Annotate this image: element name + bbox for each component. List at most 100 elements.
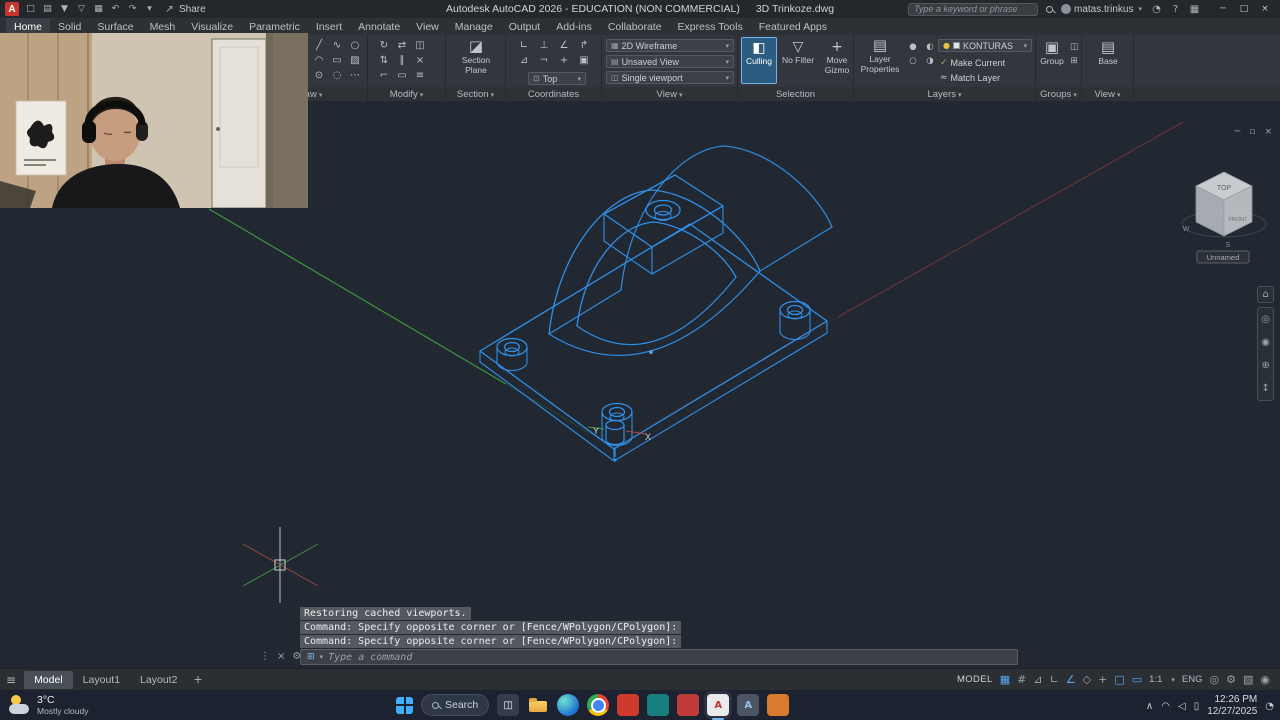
modify-tool-stretch[interactable]: ⇅ <box>376 54 392 67</box>
command-input[interactable] <box>328 651 1011 663</box>
modify-tool-erase[interactable]: × <box>412 54 428 67</box>
selection-button-move-gizmo[interactable]: + Move Gizmo <box>819 37 855 84</box>
status-toggle-object-snap[interactable]: □ <box>1114 674 1124 685</box>
ribbon-tab-collaborate[interactable]: Collaborate <box>600 18 670 35</box>
command-prompt-icon[interactable]: ⊞ <box>307 652 315 662</box>
keyword-search-input[interactable] <box>914 4 1033 14</box>
status-toggle-graphics-performance[interactable]: ▧ <box>1243 674 1253 685</box>
panel-label-layers[interactable]: Layers ▾ <box>854 89 1035 100</box>
command-tool-command-grip[interactable]: ⋮ <box>260 651 270 662</box>
layer-state-layer-on[interactable]: ● <box>906 41 920 53</box>
status-toggle-ortho-mode[interactable]: ∟ <box>1050 674 1059 685</box>
drawing-window-control-close-drawing[interactable]: × <box>1264 127 1272 137</box>
drawing-window-control-minimize-drawing[interactable]: ─ <box>1235 127 1240 137</box>
quick-access-new-file[interactable]: □ <box>24 4 37 14</box>
taskbar-app-adobe-app[interactable] <box>617 694 640 716</box>
autocad-logo[interactable]: A <box>5 2 19 16</box>
taskbar-app-chrome[interactable] <box>587 694 610 716</box>
wireframe-model[interactable] <box>479 145 833 462</box>
group-tool-group-edit[interactable]: ⊞ <box>1067 55 1081 67</box>
quick-access-save[interactable]: ▼ <box>58 4 71 14</box>
layer-state-layer-lock[interactable]: ◑ <box>923 55 937 67</box>
panel-label-section[interactable]: Section ▾ <box>446 89 505 100</box>
account-menu[interactable]: matas.trinkus ▾ <box>1061 4 1142 15</box>
status-toggle-annotation-monitor[interactable]: ◎ <box>1210 674 1220 685</box>
taskbar-app-edge[interactable] <box>557 694 580 716</box>
modify-tool-rotate[interactable]: ↻ <box>376 39 392 52</box>
drawing-window-control-restore-drawing[interactable]: ▫ <box>1249 127 1255 137</box>
draw-tool-polyline[interactable]: ∿ <box>329 39 345 52</box>
nav-tool-orbit[interactable]: ↕ <box>1258 377 1272 400</box>
group-tool-ungroup[interactable]: ◫ <box>1067 41 1081 53</box>
draw-tool-arc[interactable]: ◠ <box>311 54 327 67</box>
status-toggle-infer-constraints[interactable]: ⊿ <box>1033 674 1042 685</box>
status-toggle-isometric-drafting[interactable]: ◇ <box>1083 674 1091 685</box>
nav-tool-pan[interactable]: ◉ <box>1258 331 1273 354</box>
panel-label-modify[interactable]: Modify ▾ <box>368 89 445 100</box>
ribbon-tab-manage[interactable]: Manage <box>447 18 501 35</box>
viewport-dropdown[interactable]: ◫ Single viewport ▾ <box>606 71 734 84</box>
ribbon-tab-express-tools[interactable]: Express Tools <box>670 18 751 35</box>
taskbar-app-task-view[interactable]: ◫ <box>497 694 520 716</box>
status-toggle-snap-mode[interactable]: # <box>1017 674 1026 685</box>
status-toggle-object-snap-tracking[interactable]: + <box>1098 674 1107 685</box>
visual-style-dropdown[interactable]: ▦ 2D Wireframe ▾ <box>606 39 734 52</box>
viewcube[interactable]: TOP FRONT W S Unnamed <box>1181 171 1267 264</box>
nav-tool-zoom[interactable]: ⊕ <box>1258 354 1272 377</box>
titlebar-icon-help[interactable]: ? <box>1169 4 1182 15</box>
selection-button-culling[interactable]: ◧ Culling <box>741 37 777 84</box>
language-indicator[interactable]: ENG <box>1182 674 1203 685</box>
taskbar-app-file-explorer[interactable] <box>527 694 549 716</box>
layout-tab-model[interactable]: Model <box>24 670 73 689</box>
draw-tool-hatch[interactable]: ▨ <box>347 54 363 67</box>
quick-access-open-file[interactable]: ▤ <box>41 4 54 14</box>
panel-label-view2[interactable]: View ▾ <box>1082 89 1133 100</box>
status-toggle-isolate-objects[interactable]: ◉ <box>1260 674 1270 685</box>
layer-state-layer-isolate[interactable]: ◐ <box>923 41 937 53</box>
modify-tool-offset[interactable]: ∥ <box>394 54 410 67</box>
tray-icon-volume[interactable]: ◁ <box>1178 701 1186 712</box>
ribbon-tab-addins[interactable]: Add-ins <box>548 18 600 35</box>
tray-icon-tray-expand[interactable]: ∧ <box>1146 701 1153 712</box>
modify-tool-fillet[interactable]: ▭ <box>394 69 410 82</box>
status-toggle-grid-display[interactable]: ▦ <box>1000 674 1010 685</box>
ucs-tool-ucs-world[interactable]: ⊥ <box>536 39 552 52</box>
base-view-button[interactable]: ▤ Base <box>1086 40 1130 67</box>
add-layout-button[interactable]: + <box>193 673 202 686</box>
make-current-button[interactable]: ✓ Make Current <box>940 56 1005 69</box>
layout-tab-layout2[interactable]: Layout2 <box>130 671 187 689</box>
ribbon-tab-featured-apps[interactable]: Featured Apps <box>751 18 835 35</box>
quick-access-save-as[interactable]: ▽ <box>75 4 88 14</box>
top-view-dropdown[interactable]: ⊡ Top ▾ <box>528 72 586 85</box>
window-control-maximize[interactable]: □ <box>1234 4 1254 14</box>
quick-access-undo[interactable]: ↶ <box>109 4 122 14</box>
chevron-down-icon[interactable]: ▾ <box>1171 676 1175 684</box>
ucs-tool-ucs-origin[interactable]: ↱ <box>576 39 592 52</box>
titlebar-icon-notifications[interactable]: ◔ <box>1150 4 1163 15</box>
group-button[interactable]: ▣ Group <box>1038 40 1066 67</box>
taskbar-app-autocad[interactable]: A <box>707 694 730 720</box>
clock[interactable]: 12:26 PM 12/27/2025 <box>1207 694 1257 718</box>
status-toggle-polar-tracking[interactable]: ∠ <box>1066 674 1076 685</box>
taskbar-app-autodesk-app[interactable]: A <box>737 694 760 716</box>
modify-tool-move[interactable]: ⇄ <box>394 39 410 52</box>
ucs-tool-ucs[interactable]: ∟ <box>516 39 532 52</box>
weather-widget[interactable]: 3°C Mostly cloudy <box>8 694 89 716</box>
titlebar-icon-app-grid[interactable]: ▦ <box>1188 4 1201 15</box>
ribbon-tab-view[interactable]: View <box>408 18 447 35</box>
tray-icon-battery[interactable]: ▯ <box>1194 701 1200 712</box>
modify-tool-trim[interactable]: ⌐ <box>376 69 392 82</box>
match-layer-button[interactable]: ≈ Match Layer <box>940 71 1000 84</box>
ucs-tool-ucs-z[interactable]: ∠ <box>556 39 572 52</box>
ucs-tool-ucs-view[interactable]: + <box>556 54 572 67</box>
ucs-tool-ucs-named[interactable]: ▣ <box>576 54 592 67</box>
draw-tool-more[interactable]: ⋯ <box>347 69 363 82</box>
modify-tool-array[interactable]: ≡ <box>412 69 428 82</box>
section-plane-button[interactable]: ◪ Section Plane <box>450 39 502 76</box>
annotation-scale[interactable]: 1:1 <box>1149 674 1162 685</box>
modify-tool-copy[interactable]: ◫ <box>412 39 428 52</box>
status-toggle-dynamic-input[interactable]: ▭ <box>1132 674 1142 685</box>
ribbon-tab-annotate[interactable]: Annotate <box>350 18 408 35</box>
taskbar-search[interactable]: Search <box>421 694 490 716</box>
keyword-search-box[interactable] <box>908 2 1039 16</box>
